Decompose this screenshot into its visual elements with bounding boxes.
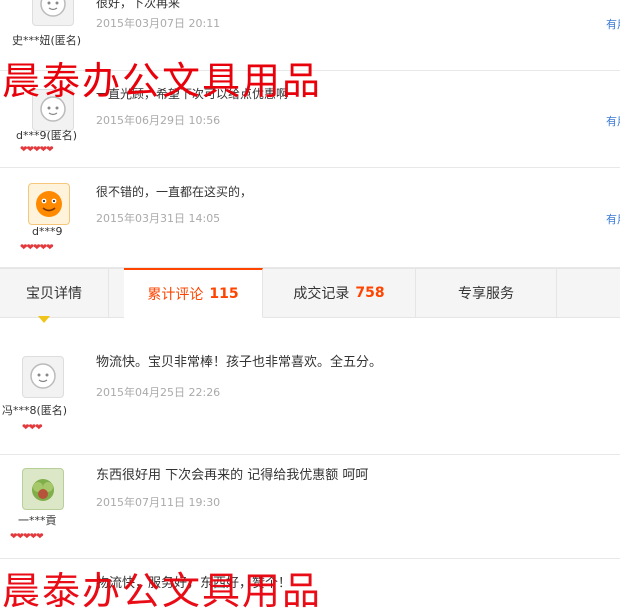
avatar[interactable] <box>32 0 74 26</box>
review-item: d***9 ❤❤❤❤❤ 很不错的，一直都在这买的， 2015年03月31日 14… <box>0 167 620 268</box>
review-text: 东西很好用 下次会再来的 记得给我优惠额 呵呵 <box>96 468 369 483</box>
tab-reviews[interactable]: 累计评论 115 <box>124 268 263 318</box>
detail-tab-bar: 宝贝详情 累计评论 115 成交记录 758 专享服务 <box>0 268 620 318</box>
avatar[interactable] <box>22 356 64 398</box>
orange-mascot-icon <box>36 191 62 217</box>
review-time: 2015年03月31日 14:05 <box>96 212 221 225</box>
reviewer-name: d***9(匿名) <box>16 129 78 142</box>
useful-link[interactable]: 有用 <box>606 113 620 129</box>
buyer-rank-hearts: ❤❤❤❤❤ <box>20 145 54 155</box>
tab-transactions[interactable]: 成交记录 758 <box>263 269 416 317</box>
tab-item-details[interactable]: 宝贝详情 <box>0 269 109 317</box>
reviewer-name: 一***貢 <box>18 514 57 527</box>
review-item: 冯***8(匿名) ❤❤❤ 物流快。宝贝非常棒！孩子也非常喜欢。全五分。 201… <box>0 336 620 455</box>
review-time: 2015年07月11日 19:30 <box>96 496 221 509</box>
watermark-text: 晨泰办公文具用品 <box>2 569 323 613</box>
default-avatar-icon <box>30 363 56 389</box>
reviewer-name: 史***妞(匿名) <box>12 34 82 47</box>
tab-pointer-icon <box>38 316 50 323</box>
useful-link[interactable]: 有用 <box>606 16 620 32</box>
reviewer-name: 冯***8(匿名) <box>2 404 68 417</box>
review-text: 很不错的，一直都在这买的， <box>96 185 253 199</box>
review-text: 物流快。宝贝非常棒！孩子也非常喜欢。全五分。 <box>96 355 383 370</box>
review-time: 2015年03月07日 20:11 <box>96 17 221 30</box>
default-avatar-icon <box>40 0 66 17</box>
avatar[interactable] <box>22 468 64 510</box>
review-time: 2015年06月29日 10:56 <box>96 114 221 127</box>
buyer-rank-hearts: ❤❤❤❤❤ <box>10 532 44 542</box>
useful-link[interactable]: 有用 <box>606 211 620 227</box>
buyer-rank-hearts: ❤❤❤ <box>22 423 43 433</box>
review-time: 2015年04月25日 22:26 <box>96 386 221 399</box>
avatar[interactable] <box>28 183 70 225</box>
buyer-rank-hearts: ❤❤❤❤❤ <box>20 243 54 253</box>
reviewer-name: d***9 <box>32 225 63 238</box>
tab-exclusive-service[interactable]: 专享服务 <box>416 269 557 317</box>
review-item: 一***貢 ❤❤❤❤❤ 东西很好用 下次会再来的 记得给我优惠额 呵呵 2015… <box>0 454 620 559</box>
succulent-plant-icon <box>32 479 54 501</box>
review-text: 很好，下次再来 <box>96 0 181 10</box>
review-count: 115 <box>209 285 239 302</box>
transaction-count: 758 <box>355 285 385 301</box>
watermark-text: 晨泰办公文具用品 <box>2 59 323 103</box>
